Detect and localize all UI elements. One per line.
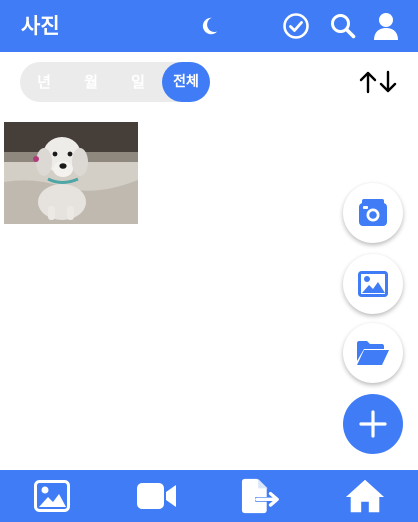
photo-thumbnail[interactable] xyxy=(4,122,138,224)
home-icon xyxy=(345,479,385,513)
plus-icon xyxy=(359,410,387,438)
moon-icon[interactable] xyxy=(193,10,225,42)
gallery-button[interactable] xyxy=(343,254,403,314)
folder-button[interactable] xyxy=(343,323,403,383)
folder-open-icon xyxy=(357,341,389,365)
app-header: 사진 xyxy=(0,0,418,52)
image-icon xyxy=(34,480,70,512)
segment-month[interactable]: 월 xyxy=(73,62,109,102)
nav-export[interactable] xyxy=(241,478,281,514)
arrow-down-icon xyxy=(379,70,397,93)
nav-videos[interactable] xyxy=(137,478,177,514)
nav-photos[interactable] xyxy=(32,478,72,514)
sort-toggle[interactable] xyxy=(358,70,402,96)
dog-photo-image xyxy=(4,122,138,224)
camera-icon xyxy=(359,199,387,226)
file-export-icon xyxy=(241,478,279,514)
camera-button[interactable] xyxy=(343,183,403,243)
period-segmented-control: 년 월 일 전체 xyxy=(20,62,210,102)
page-title: 사진 xyxy=(21,14,60,38)
segment-all[interactable]: 전체 xyxy=(162,62,210,102)
search-icon[interactable] xyxy=(327,10,359,42)
image-icon xyxy=(358,271,388,297)
user-icon[interactable] xyxy=(370,10,402,42)
video-icon xyxy=(137,483,176,509)
add-button[interactable] xyxy=(343,394,403,454)
arrow-up-icon xyxy=(359,71,377,94)
nav-home[interactable] xyxy=(345,478,385,514)
check-circle-icon[interactable] xyxy=(280,10,312,42)
segment-year[interactable]: 년 xyxy=(26,62,62,102)
segment-day[interactable]: 일 xyxy=(120,62,156,102)
bottom-navigation xyxy=(0,470,418,522)
